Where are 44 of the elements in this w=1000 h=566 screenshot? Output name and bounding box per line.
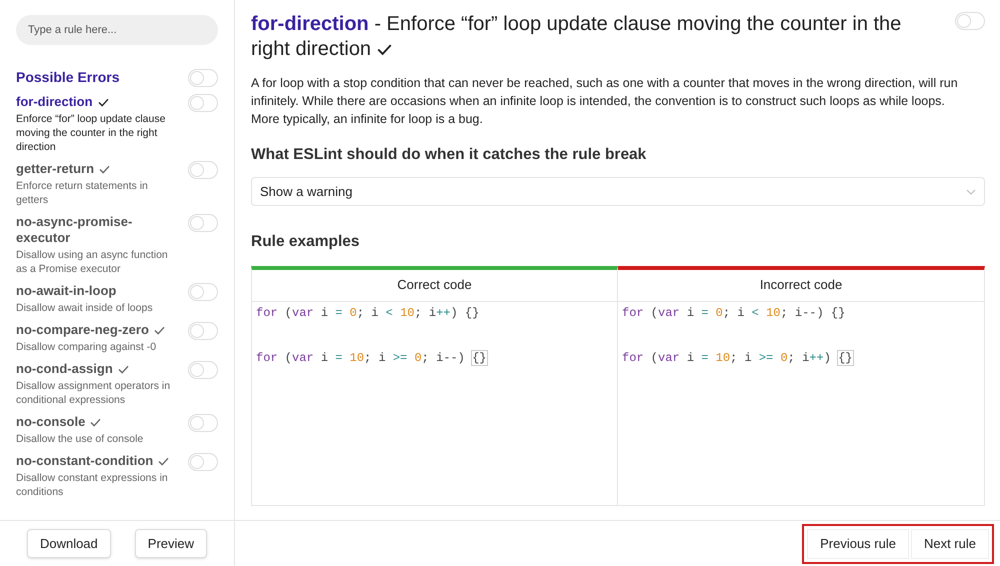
rule-summary: Disallow await inside of loops [16,301,153,315]
category-title: Possible Errors [16,68,120,87]
rule-summary: Disallow the use of console [16,432,144,446]
toggle-switch[interactable] [188,161,218,179]
rule-link[interactable]: for-direction [16,94,93,110]
sidebar-button[interactable]: Download [26,529,111,558]
rule-link[interactable]: no-cond-assign [16,361,113,377]
toggle-switch[interactable] [188,68,218,86]
nav-button[interactable]: Previous rule [807,528,909,558]
toggle-switch[interactable] [188,453,218,471]
code-line: for (var i = 0; i < 10; i--) {} [622,304,846,322]
toggle-switch[interactable] [188,214,218,232]
rule-link[interactable]: no-await-in-loop [16,283,116,299]
toggle-switch[interactable] [188,414,218,432]
rule-summary: Enforce “for” loop update clause moving the counter in the right direction [16,112,166,154]
rule-summary: Disallow assignment operators in conditional expressions [16,379,172,407]
rule-summary: Disallow comparing against -0 [16,340,158,354]
toggle-switch[interactable] [188,361,218,379]
chevron-down-icon [966,188,976,195]
column-header: Incorrect code [618,270,984,302]
rule-link[interactable]: no-constant-condition [16,453,154,469]
code-line: for (var i = 10; i >= 0; i++) {} [622,350,852,366]
toggle-switch[interactable] [188,322,218,340]
severity-dropdown[interactable]: Show a warning [251,177,985,206]
toggle-switch[interactable] [188,283,218,301]
rule-summary: Disallow constant expressions in conditions [16,471,169,499]
rule-summary: Disallow using an async function as a Promise executor [16,248,169,276]
rule-link[interactable]: no-async-promise-executor [16,214,180,246]
search-field[interactable]: Type a rule here... [16,15,218,45]
section-heading: Rule examples [251,232,361,252]
nav-button[interactable]: Next rule [910,528,989,558]
sidebar-button[interactable]: Preview [134,529,208,558]
rule-link[interactable]: no-console [16,414,86,430]
rule-link[interactable]: getter-return [16,161,94,177]
code-line: for (var i = 0; i < 10; i++) {} [256,304,480,322]
rule-title: for-direction - Enforce “for” loop update clause moving the counter in the right direction [251,12,902,62]
code-line: for (var i = 10; i >= 0; i--) {} [256,350,486,366]
column-header: Correct code [252,270,617,302]
rule-description: A for loop with a stop condition that can never be reached, such as one with a counter that moves in the wrong direction, will run infinitely. While there are occasions when an infinite loop is intended, the convention is to construct such loops as while loops. More typically, an infinite for loop is a bug. [251,75,959,128]
rule-link[interactable]: no-compare-neg-zero [16,322,149,338]
toggle-switch[interactable] [955,12,985,30]
rule-summary: Enforce return statements in getters [16,179,149,207]
section-heading: What ESLint should do when it catches the rule break [251,145,648,165]
toggle-switch[interactable] [188,94,218,112]
